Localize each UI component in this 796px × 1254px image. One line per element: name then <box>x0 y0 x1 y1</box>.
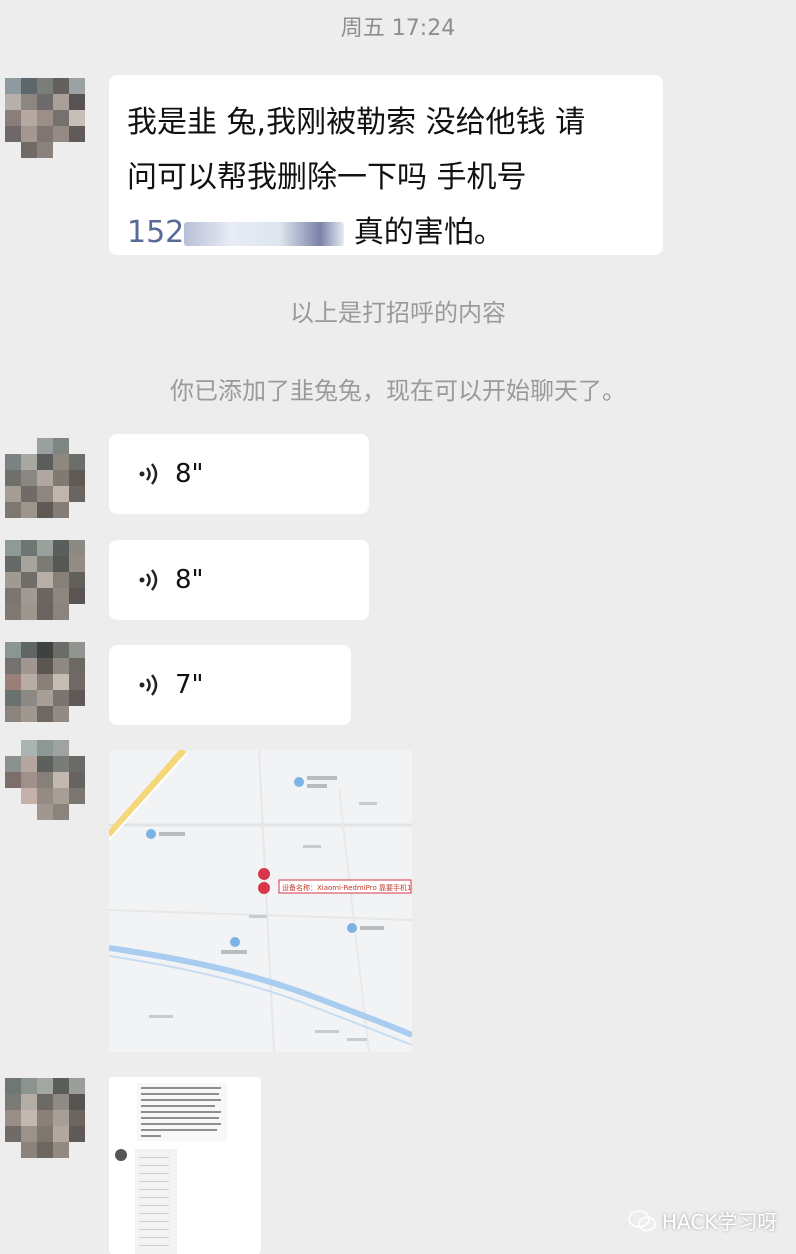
friend-added-note: 你已添加了韭兔兔，现在可以开始聊天了。 <box>170 377 626 405</box>
greeting-note: 以上是打招呼的内容 <box>290 299 506 327</box>
wechat-icon <box>628 1209 656 1231</box>
message-line-3-tail: 真的害怕。 <box>353 215 504 250</box>
watermark-text: HACK学习呀 <box>662 1210 778 1234</box>
message-line-2: 问可以帮我删除一下吗 手机号 <box>127 160 527 195</box>
screenshot-thumbnail <box>109 1077 261 1254</box>
thumbnail-avatar <box>115 1149 127 1161</box>
voice-wave-icon <box>139 569 158 591</box>
map-device-label: 设备名称：Xiaomi-RedmiPro 靠要手机152 <box>282 883 412 892</box>
avatar[interactable] <box>5 642 85 722</box>
message-line-1: 我是韭 兔,我刚被勒索 没给他钱 请 <box>127 105 586 140</box>
message-line-3: 152 真的害怕。 <box>127 205 645 260</box>
voice-message-bubble[interactable]: 8" <box>109 540 369 620</box>
avatar[interactable] <box>5 740 85 820</box>
map-poi-icon <box>294 777 304 787</box>
avatar[interactable] <box>5 540 85 620</box>
voice-duration: 8" <box>175 459 204 489</box>
voice-duration: 7" <box>175 670 204 700</box>
phone-number[interactable]: 152 <box>127 215 184 250</box>
voice-wave-icon <box>139 674 158 696</box>
map-poi-icon <box>146 829 156 839</box>
watermark: HACK学习呀 <box>628 1206 777 1235</box>
voice-duration: 8" <box>175 565 204 595</box>
redacted-phone-digits <box>184 221 345 246</box>
text-message-bubble[interactable]: 我是韭 兔,我刚被勒索 没给他钱 请 问可以帮我删除一下吗 手机号 152 真的… <box>109 75 663 255</box>
chat-timestamp: 周五 17:24 <box>340 16 456 41</box>
location-map-message[interactable]: 设备名称：Xiaomi-RedmiPro 靠要手机152 <box>109 750 412 1052</box>
avatar[interactable] <box>5 438 85 518</box>
image-message[interactable] <box>109 1077 261 1254</box>
voice-message-bubble[interactable]: 7" <box>109 645 351 725</box>
avatar[interactable] <box>5 78 85 158</box>
avatar[interactable] <box>5 1078 85 1158</box>
voice-message-bubble[interactable]: 8" <box>109 434 369 514</box>
map-image: 设备名称：Xiaomi-RedmiPro 靠要手机152 <box>109 750 412 1052</box>
map-poi-icon <box>347 923 357 933</box>
voice-wave-icon <box>139 463 158 485</box>
map-poi-icon <box>230 937 240 947</box>
